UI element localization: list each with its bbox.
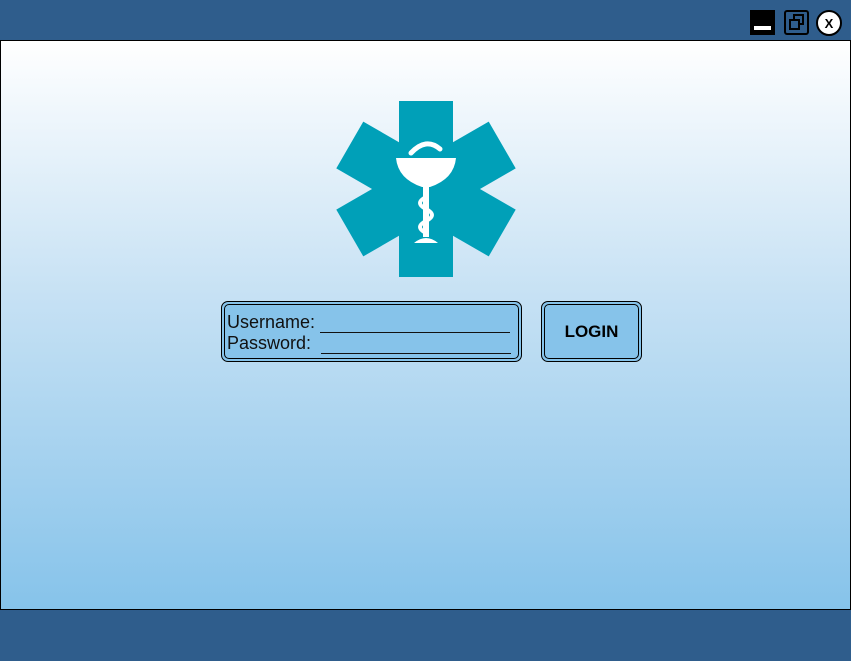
username-label: Username: [227,312,316,332]
password-row: Password: [227,333,516,354]
login-button[interactable]: LOGIN [541,301,642,362]
restore-icon[interactable] [784,10,809,35]
star-of-life-icon [336,101,516,277]
username-field[interactable] [320,315,511,333]
password-label: Password: [227,333,312,353]
app-window: X Username: Password: LOGIN [0,0,851,661]
minimize-icon[interactable] [750,10,775,35]
username-row: Username: [227,312,516,333]
title-bar: X [0,0,851,40]
main-content: Username: Password: LOGIN [0,40,851,610]
credentials-box: Username: Password: [221,301,522,362]
login-button-label: LOGIN [544,304,639,359]
close-icon[interactable]: X [816,10,842,36]
password-field[interactable] [321,336,512,354]
status-bar [0,610,851,661]
